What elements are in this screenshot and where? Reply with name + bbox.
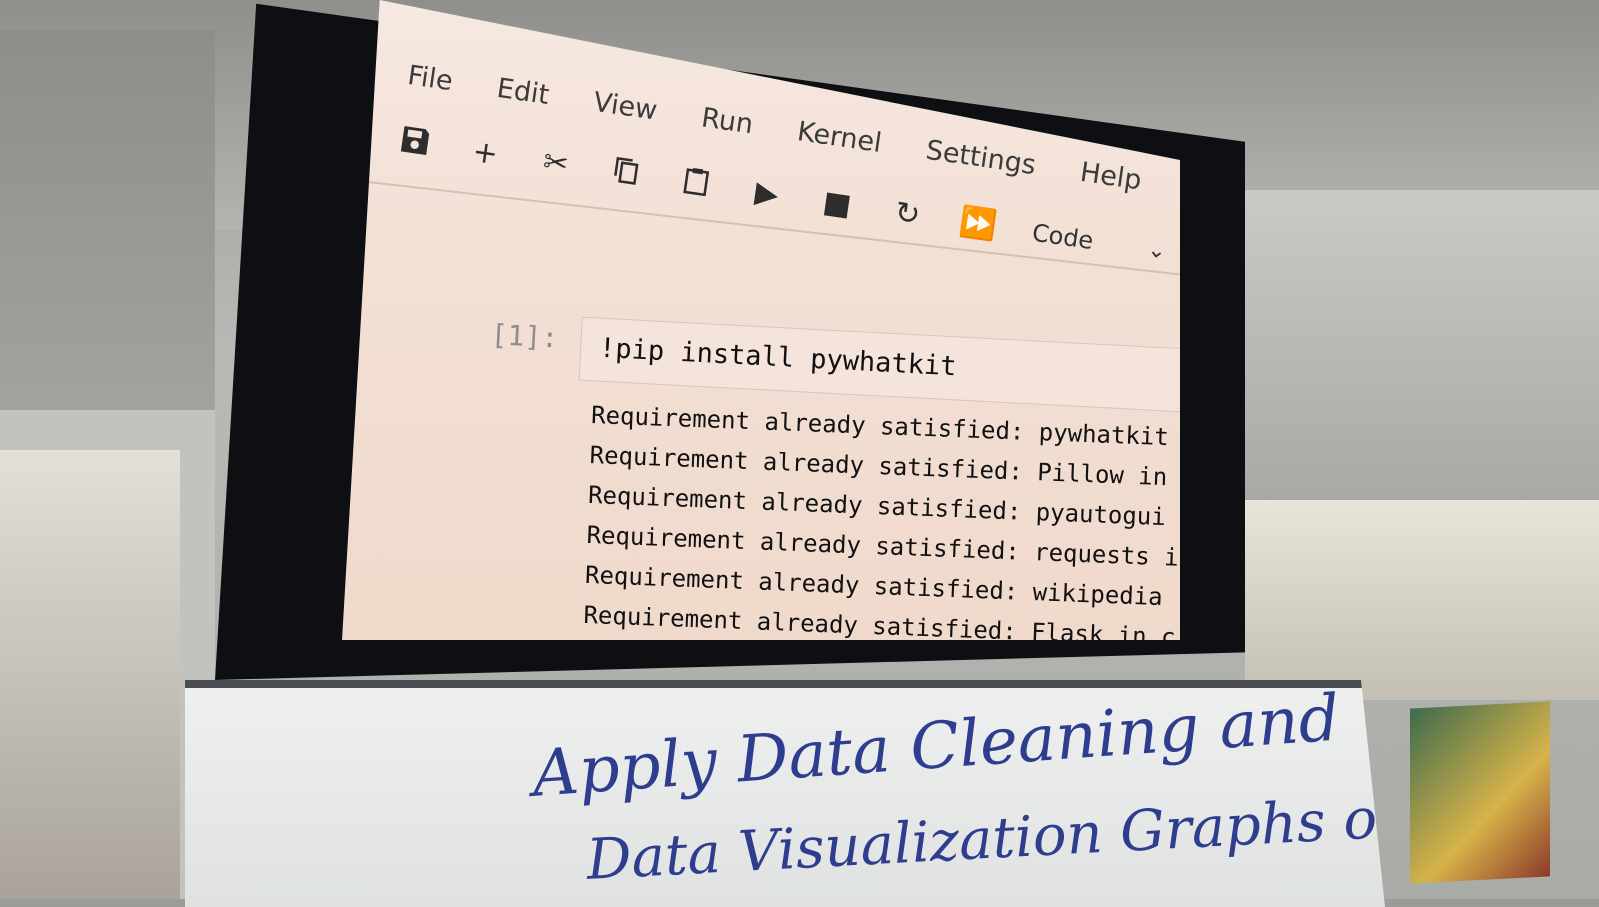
stop-icon[interactable]: ■	[808, 181, 865, 228]
plus-icon[interactable]: +	[457, 130, 514, 177]
hallway	[1245, 500, 1599, 700]
copy-icon[interactable]	[597, 150, 654, 197]
menu-run[interactable]: Run	[699, 102, 755, 140]
whiteboard-line-1: Apply Data Cleaning and	[530, 681, 1343, 812]
restart-icon[interactable]: ↻	[879, 191, 936, 238]
cell-output: Requirement already satisfied: pywhatkit…	[583, 395, 1180, 640]
menu-file[interactable]: File	[406, 60, 455, 97]
save-icon[interactable]	[386, 120, 443, 167]
fast-forward-icon[interactable]: ⏩	[949, 201, 1006, 248]
doorway	[0, 450, 180, 899]
cell-code: !pip install pywhatkit	[598, 332, 958, 383]
whiteboard-line-2: Data Visualization Graphs on	[585, 784, 1415, 893]
menu-help[interactable]: Help	[1078, 157, 1143, 196]
left-wall	[0, 30, 215, 430]
execution-count: [1]:	[489, 317, 560, 355]
menu-settings[interactable]: Settings	[924, 135, 1038, 181]
paste-icon[interactable]	[668, 161, 725, 208]
right-wall	[1240, 190, 1599, 500]
menu-view[interactable]: View	[591, 87, 659, 127]
wall-poster	[1410, 701, 1550, 884]
cut-icon[interactable]: ✂	[527, 140, 584, 187]
whiteboard: Apply Data Cleaning and Data Visualizati…	[185, 680, 1385, 907]
chevron-down-icon[interactable]: ⌄	[1146, 237, 1168, 264]
menu-edit[interactable]: Edit	[495, 73, 551, 111]
play-icon[interactable]: ▶	[738, 171, 795, 218]
cell-type-select[interactable]: Code	[1030, 219, 1095, 255]
menu-kernel[interactable]: Kernel	[795, 116, 883, 159]
